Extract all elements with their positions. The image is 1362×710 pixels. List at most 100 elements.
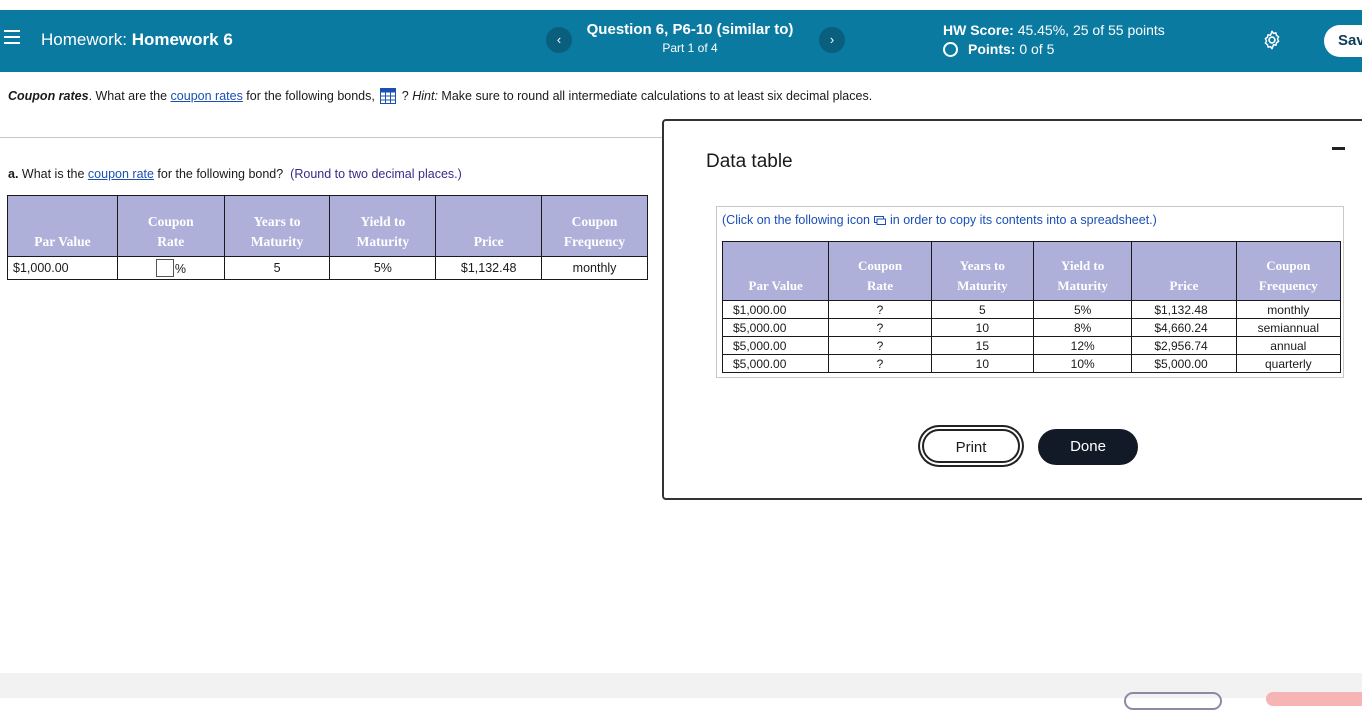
cell: ? [828, 354, 932, 373]
homework-title: Homework: Homework 6 [41, 30, 233, 50]
cell: $5,000.00 [721, 318, 830, 337]
header-line: Rate [157, 234, 185, 249]
score-label: HW Score: [943, 22, 1014, 38]
question-title-block: Question 6, P6-10 (similar to) Part 1 of… [560, 21, 820, 55]
header-line: Years to [253, 214, 301, 229]
table-row: $1,000.00 ? 5 5% $1,132.48 monthly [721, 300, 1342, 319]
header-line: Yield to [360, 214, 406, 229]
footer-button-pink[interactable] [1266, 692, 1362, 706]
col-header-coupon-rate: Coupon Rate [116, 195, 225, 257]
question-title: Question 6, P6-10 (similar to) [586, 21, 794, 38]
data-table-container: (Click on the following icon in order to … [716, 206, 1344, 378]
header-bar: Homework: Homework 6 ‹ Question 6, P6-10… [0, 10, 1362, 72]
points-circle-icon [943, 41, 958, 57]
question-text-part2: for the following bonds, [242, 89, 379, 103]
points-value: 0 of 5 [1019, 41, 1055, 57]
cell-price: $1,132.48 [435, 256, 543, 280]
cell: 5 [930, 300, 1035, 319]
col-header-par-value: Par Value [7, 195, 118, 257]
question-text: Coupon rates. What are the coupon rates … [8, 88, 872, 104]
col-header-price: Price [1131, 241, 1237, 301]
cell: $1,132.48 [1131, 300, 1237, 319]
header-line: Coupon [571, 214, 618, 229]
part-a-hint: (Round to two decimal places.) [290, 167, 462, 181]
coupon-rate-link[interactable]: coupon rate [88, 167, 154, 181]
cell-yield: 5% [329, 256, 437, 280]
cell: 8% [1032, 318, 1133, 337]
divider [0, 137, 663, 138]
header-line: Par Value [34, 234, 91, 249]
question-part: Part 1 of 4 [662, 41, 718, 55]
header-line: Yield to [1061, 258, 1105, 273]
done-button[interactable]: Done [1038, 429, 1138, 465]
question-text-part1: . What are the [88, 89, 171, 103]
header-line: Par Value [748, 278, 803, 293]
col-header-years-to-maturity: Years to Maturity [223, 195, 331, 257]
copy-spreadsheet-icon[interactable] [874, 216, 886, 225]
coupon-rates-link[interactable]: coupon rates [171, 89, 243, 103]
cell: $5,000.00 [1131, 354, 1237, 373]
cell: $5,000.00 [721, 354, 830, 373]
homework-label: Homework: [41, 30, 127, 49]
cell: 5% [1032, 300, 1133, 319]
cell: $2,956.74 [1131, 336, 1237, 355]
coupon-rate-input[interactable] [155, 259, 174, 277]
cell: monthly [1235, 300, 1342, 319]
cell-coupon-rate: % [116, 256, 225, 280]
col-header-par-value: Par Value [721, 241, 830, 301]
header-line: Coupon [147, 214, 194, 229]
data-table-icon[interactable] [380, 88, 397, 104]
header-line: Frequency [563, 234, 626, 249]
col-header-coupon-frequency: Coupon Frequency [1235, 241, 1342, 301]
score-block: HW Score: 45.45%, 25 of 55 points Points… [943, 22, 1165, 57]
part-a-text1: What is the [18, 167, 88, 181]
bonds-data-table: Par Value Coupon Rate Years to Maturity Yi… [721, 241, 1342, 373]
cell: $1,000.00 [721, 300, 830, 319]
cell: 10 [930, 318, 1035, 337]
cell: 15 [930, 336, 1035, 355]
footer-button-outline[interactable] [1124, 692, 1222, 710]
header-line: Coupon [857, 258, 903, 273]
header-line: Maturity [250, 234, 304, 249]
cell-years: 5 [223, 256, 331, 280]
top-strip [0, 0, 1362, 10]
col-header-years-to-maturity: Years to Maturity [930, 241, 1035, 301]
data-table-dialog: Data table (Click on the following icon i… [662, 119, 1362, 500]
table-row: $5,000.00 ? 15 12% $2,956.74 annual [721, 336, 1342, 355]
header-line: Price [473, 234, 504, 249]
score-value: 45.45%, 25 of 55 points [1017, 22, 1165, 38]
gear-icon[interactable] [1261, 29, 1283, 51]
save-button[interactable]: Save [1324, 25, 1362, 57]
points-label: Points: [968, 41, 1016, 57]
header-line: Maturity [1057, 278, 1108, 293]
question-topic: Coupon rates [8, 89, 89, 103]
cell: ? [828, 318, 932, 337]
part-a-label: a. [8, 167, 19, 181]
header-line: Coupon [1266, 258, 1311, 273]
minimize-icon[interactable] [1332, 147, 1345, 150]
col-header-coupon-frequency: Coupon Frequency [541, 195, 648, 257]
dialog-title: Data table [706, 151, 793, 172]
header-line: Frequency [1258, 278, 1318, 293]
cell: 12% [1032, 336, 1133, 355]
note-after: in order to copy its contents into a spr… [890, 213, 1157, 227]
cell: annual [1235, 336, 1342, 355]
cell: ? [828, 336, 932, 355]
cell: $5,000.00 [721, 336, 830, 355]
col-header-price: Price [435, 195, 543, 257]
cell: $4,660.24 [1131, 318, 1237, 337]
cell-frequency: monthly [541, 256, 648, 280]
copy-note: (Click on the following icon in order to … [722, 213, 1157, 227]
note-before: (Click on the following icon [722, 213, 870, 227]
header-line: Maturity [957, 278, 1008, 293]
cell: quarterly [1235, 354, 1342, 373]
coupon-unit: % [174, 262, 186, 276]
cell: 10 [930, 354, 1035, 373]
homework-name: Homework 6 [131, 30, 233, 49]
question-text-part3: ? [398, 89, 413, 103]
header-line: Years to [959, 258, 1005, 273]
next-question-button[interactable]: › [819, 27, 845, 53]
print-button[interactable]: Print [922, 429, 1020, 463]
part-a-text2: for the following bond? [153, 167, 284, 181]
menu-icon[interactable] [4, 30, 20, 44]
